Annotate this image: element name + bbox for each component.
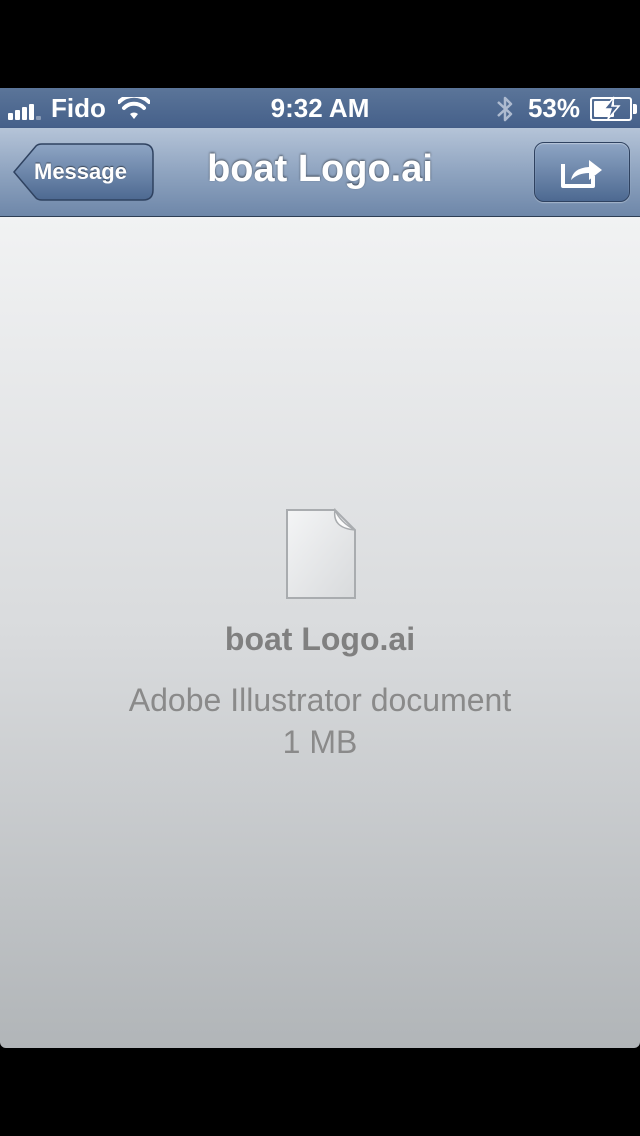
page-title: boat Logo.ai: [207, 148, 433, 190]
status-bar: Fido 9:32 AM 53%: [0, 88, 640, 128]
bottom-letterbox: [0, 1048, 640, 1136]
back-button-label: Message: [34, 159, 127, 184]
battery-icon: [590, 96, 637, 121]
back-button[interactable]: Message: [12, 143, 154, 201]
bluetooth-icon: [497, 96, 513, 121]
file-preview-area: boat Logo.ai Adobe Illustrator document …: [0, 217, 640, 1048]
status-right: 53%: [494, 93, 637, 124]
document-icon: [286, 508, 356, 599]
file-type: Adobe Illustrator document: [128, 682, 512, 718]
battery-percent: 53%: [527, 93, 580, 123]
file-name: boat Logo.ai: [224, 621, 416, 657]
top-letterbox: [0, 0, 640, 88]
share-button[interactable]: [534, 142, 630, 202]
share-icon: [561, 160, 602, 188]
navigation-bar: Message boat Logo.ai: [0, 128, 640, 217]
file-size: 1 MB: [282, 724, 358, 760]
